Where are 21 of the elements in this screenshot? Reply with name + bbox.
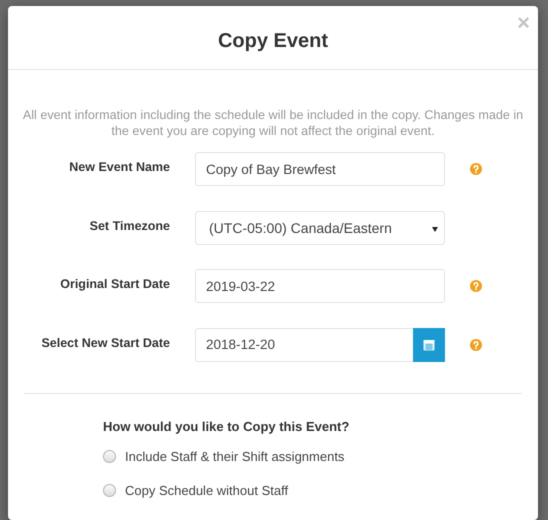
caret-icon — [432, 226, 438, 232]
date-field[interactable]: 2018-12-20 — [195, 328, 413, 362]
radio-button[interactable] — [103, 450, 116, 463]
field-label: Set Timezone — [90, 218, 170, 232]
text-field[interactable]: Copy of Bay Brewfest — [195, 152, 445, 186]
field-label: Original Start Date — [60, 276, 170, 291]
calendar-button[interactable] — [413, 328, 445, 362]
description-text: All event information including the schedule will be included in the copy. Changes made in the event you are copying will not affect the original event. — [22, 107, 524, 139]
text-field[interactable]: 2019-03-22 — [195, 269, 445, 303]
calendar-icon — [423, 338, 435, 350]
question-text: How would you like to Copy this Event? — [103, 418, 350, 434]
timezone-dropdown[interactable]: (UTC-05:00) Canada/Eastern — [195, 210, 445, 244]
dialog-title: Copy Event — [218, 30, 328, 53]
option-label: Copy Schedule without Staff — [125, 483, 288, 498]
option-label: Include Staff & their Shift assignments — [125, 449, 344, 464]
field-label: Select New Start Date — [41, 334, 170, 350]
field-label: New Event Name — [69, 159, 170, 174]
help-icon[interactable] — [470, 280, 482, 292]
help-icon[interactable] — [470, 338, 482, 350]
help-icon[interactable] — [470, 163, 482, 175]
radio-button[interactable] — [103, 484, 116, 497]
